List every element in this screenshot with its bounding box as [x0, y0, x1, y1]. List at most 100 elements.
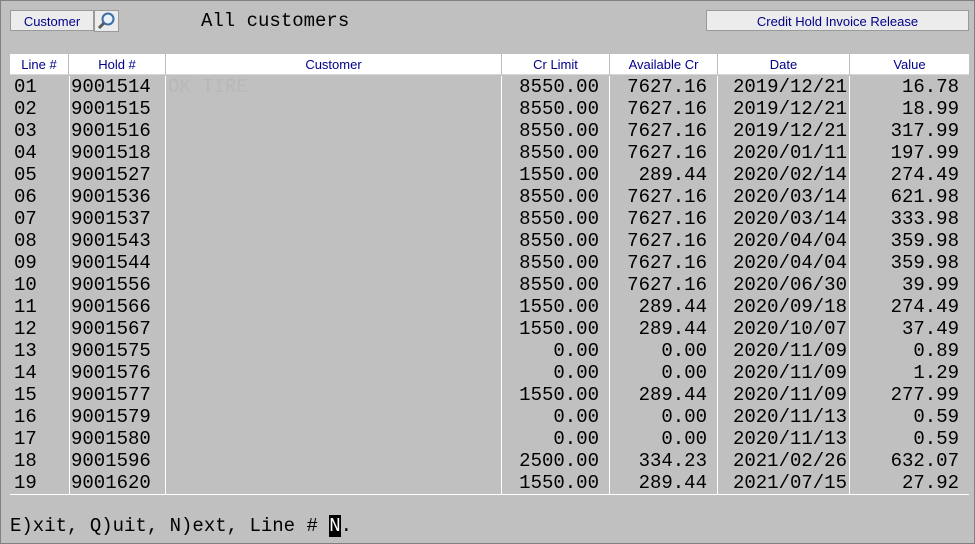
header-line[interactable]: Line #: [10, 54, 69, 75]
cell-cr: 8550.00: [519, 98, 599, 120]
cell-date: 2020/04/04: [732, 230, 847, 252]
cell-hold: 9001580: [71, 428, 151, 450]
cell-line: 17: [14, 428, 37, 450]
cell-date: 2019/12/21: [732, 98, 847, 120]
table-row[interactable]: 07 9001537 8550.00 7627.16 2020/03/14 333.98: [10, 208, 969, 230]
cell-customer: OK TIRE: [168, 76, 248, 98]
cell-cr: 8550.00: [519, 252, 599, 274]
cell-cr: 8550.00: [519, 142, 599, 164]
cell-date: 2019/12/21: [732, 120, 847, 142]
header-cr-limit[interactable]: Cr Limit: [502, 54, 610, 75]
cell-value: 274.49: [890, 296, 959, 318]
table-row[interactable]: 08 9001543 8550.00 7627.16 2020/04/04 359.98: [10, 230, 969, 252]
cell-avail: 289.44: [638, 164, 707, 186]
cell-hold: 9001544: [71, 252, 151, 274]
cell-date: 2020/06/30: [732, 274, 847, 296]
cell-value: 333.98: [890, 208, 959, 230]
customer-search-button[interactable]: [94, 10, 119, 32]
cell-customer: [168, 296, 498, 318]
cell-value: 1.29: [913, 362, 959, 384]
table-row[interactable]: 09 9001544 8550.00 7627.16 2020/04/04 359.98: [10, 252, 969, 274]
cell-line: 15: [14, 384, 37, 406]
cell-avail: 7627.16: [627, 76, 707, 98]
prompt-input[interactable]: N: [329, 515, 341, 537]
cell-hold: 9001620: [71, 472, 151, 494]
table-row[interactable]: 16 9001579 0.00 0.00 2020/11/13 0.59: [10, 406, 969, 428]
cell-customer: [168, 318, 498, 340]
credit-hold-invoice-release-button[interactable]: Credit Hold Invoice Release: [706, 10, 969, 31]
cell-hold: 9001518: [71, 142, 151, 164]
cell-date: 2020/10/07: [732, 318, 847, 340]
cell-cr: 0.00: [553, 340, 599, 362]
customer-button[interactable]: Customer: [10, 10, 94, 31]
cell-hold: 9001516: [71, 120, 151, 142]
cell-avail: 7627.16: [627, 230, 707, 252]
cell-customer: [168, 384, 498, 406]
cell-value: 274.49: [890, 164, 959, 186]
cell-hold: 9001567: [71, 318, 151, 340]
cell-avail: 7627.16: [627, 186, 707, 208]
magnifier-icon: [97, 12, 115, 30]
table-row[interactable]: 01 9001514 OK TIRE 8550.00 7627.16 2019/12/21…: [10, 76, 969, 98]
table-row[interactable]: 19 9001620 1550.00 289.44 2021/07/15 27.92: [10, 472, 969, 494]
header-hold[interactable]: Hold #: [69, 54, 166, 75]
header-available-cr[interactable]: Available Cr: [610, 54, 718, 75]
cell-date: 2020/09/18: [732, 296, 847, 318]
table-header: Line # Hold # Customer Cr Limit Availabl…: [10, 54, 969, 75]
table-row[interactable]: 06 9001536 8550.00 7627.16 2020/03/14 621.98: [10, 186, 969, 208]
cell-value: 0.59: [913, 406, 959, 428]
table-row[interactable]: 05 9001527 1550.00 289.44 2020/02/14 274.49: [10, 164, 969, 186]
table-row[interactable]: 02 9001515 8550.00 7627.16 2019/12/21 18.99: [10, 98, 969, 120]
table-row[interactable]: 13 9001575 0.00 0.00 2020/11/09 0.89: [10, 340, 969, 362]
cell-hold: 9001543: [71, 230, 151, 252]
cell-date: 2020/11/13: [732, 406, 847, 428]
cell-date: 2020/02/14: [732, 164, 847, 186]
cell-avail: 289.44: [638, 296, 707, 318]
cell-cr: 8550.00: [519, 274, 599, 296]
cell-line: 13: [14, 340, 37, 362]
cell-avail: 0.00: [661, 340, 707, 362]
table-row[interactable]: 17 9001580 0.00 0.00 2020/11/13 0.59: [10, 428, 969, 450]
cell-hold: 9001566: [71, 296, 151, 318]
table-row[interactable]: 03 9001516 8550.00 7627.16 2019/12/21 317.99: [10, 120, 969, 142]
cell-line: 05: [14, 164, 37, 186]
cell-avail: 289.44: [638, 472, 707, 494]
table-row[interactable]: 15 9001577 1550.00 289.44 2020/11/09 277.99: [10, 384, 969, 406]
cell-line: 19: [14, 472, 37, 494]
table-row[interactable]: 12 9001567 1550.00 289.44 2020/10/07 37.49: [10, 318, 969, 340]
table-row[interactable]: 14 9001576 0.00 0.00 2020/11/09 1.29: [10, 362, 969, 384]
cell-hold: 9001536: [71, 186, 151, 208]
cell-line: 16: [14, 406, 37, 428]
cell-cr: 8550.00: [519, 230, 599, 252]
table-row[interactable]: 10 9001556 8550.00 7627.16 2020/06/30 39.99: [10, 274, 969, 296]
table-row[interactable]: 11 9001566 1550.00 289.44 2020/09/18 274.49: [10, 296, 969, 318]
cell-line: 08: [14, 230, 37, 252]
cell-avail: 7627.16: [627, 120, 707, 142]
cell-customer: [168, 208, 498, 230]
cell-avail: 0.00: [661, 406, 707, 428]
cell-date: 2019/12/21: [732, 76, 847, 98]
header-date[interactable]: Date: [718, 54, 850, 75]
cell-customer: [168, 98, 498, 120]
cell-hold: 9001537: [71, 208, 151, 230]
cell-customer: [168, 252, 498, 274]
cell-date: 2020/11/09: [732, 384, 847, 406]
cell-hold: 9001576: [71, 362, 151, 384]
header-customer[interactable]: Customer: [166, 54, 502, 75]
cell-value: 27.92: [901, 472, 959, 494]
cell-cr: 8550.00: [519, 208, 599, 230]
table-row[interactable]: 18 9001596 2500.00 334.23 2021/02/26 632.07: [10, 450, 969, 472]
cell-avail: 7627.16: [627, 252, 707, 274]
header-value[interactable]: Value: [850, 54, 969, 75]
cell-date: 2020/04/04: [732, 252, 847, 274]
cell-hold: 9001577: [71, 384, 151, 406]
cell-cr: 8550.00: [519, 76, 599, 98]
cell-value: 359.98: [890, 230, 959, 252]
cell-value: 197.99: [890, 142, 959, 164]
table-row[interactable]: 04 9001518 8550.00 7627.16 2020/01/11 197.99: [10, 142, 969, 164]
cell-customer: [168, 230, 498, 252]
cell-date: 2020/03/14: [732, 208, 847, 230]
cell-line: 18: [14, 450, 37, 472]
cell-cr: 1550.00: [519, 384, 599, 406]
cell-avail: 7627.16: [627, 274, 707, 296]
